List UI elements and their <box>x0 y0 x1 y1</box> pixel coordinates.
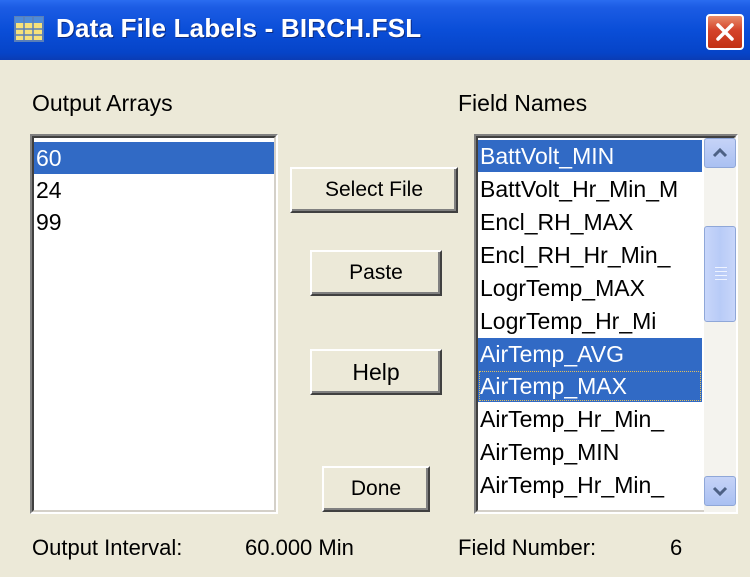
close-icon <box>716 23 734 41</box>
field-number-value: 6 <box>670 535 683 560</box>
help-button[interactable]: Help <box>310 349 442 395</box>
list-item[interactable]: AirTemp_Hr_Min_ <box>478 403 702 435</box>
scroll-thumb[interactable] <box>704 226 736 322</box>
done-button[interactable]: Done <box>322 466 430 512</box>
list-item-partial <box>478 502 702 512</box>
list-item[interactable]: BattVolt_MIN <box>478 140 702 172</box>
field-names-label: Field Names <box>458 90 588 116</box>
chevron-up-icon <box>712 147 728 158</box>
field-number-label: Field Number: <box>458 535 597 560</box>
select-file-button[interactable]: Select File <box>290 167 458 213</box>
list-item[interactable]: 24 <box>34 174 274 206</box>
list-item[interactable]: Encl_RH_MAX <box>478 206 702 238</box>
scroll-up-button[interactable] <box>704 138 736 168</box>
list-item[interactable]: AirTemp_Hr_Min_ <box>478 469 702 501</box>
list-item[interactable]: BattVolt_Hr_Min_M <box>478 173 702 205</box>
window-title: Data File Labels - BIRCH.FSL <box>56 13 422 43</box>
table-icon <box>14 16 44 42</box>
title-bar[interactable]: Data File Labels - BIRCH.FSL <box>0 0 750 60</box>
scroll-down-button[interactable] <box>704 476 736 506</box>
vertical-scrollbar[interactable] <box>704 138 736 512</box>
output-arrays-label: Output Arrays <box>32 90 173 116</box>
output-interval-value: 60.000 Min <box>245 535 354 560</box>
close-button[interactable] <box>706 14 744 50</box>
list-item[interactable]: AirTemp_MAX <box>478 370 702 402</box>
chevron-down-icon <box>712 486 728 497</box>
list-item[interactable]: LogrTemp_Hr_Mi <box>478 305 702 337</box>
list-item[interactable]: AirTemp_AVG <box>478 338 702 370</box>
list-item[interactable]: 99 <box>34 206 274 238</box>
list-item[interactable]: Encl_RH_Hr_Min_ <box>478 239 702 271</box>
output-interval-label: Output Interval: <box>32 535 183 560</box>
paste-button[interactable]: Paste <box>310 250 442 296</box>
list-item[interactable]: LogrTemp_MAX <box>478 272 702 304</box>
output-arrays-list[interactable]: 60 24 99 <box>30 134 278 514</box>
list-item[interactable]: 60 <box>34 142 274 174</box>
dialog-window: Data File Labels - BIRCH.FSL Output Arra… <box>0 0 750 577</box>
field-names-list[interactable]: BattVolt_MIN BattVolt_Hr_Min_M Encl_RH_M… <box>474 134 738 514</box>
list-item[interactable]: AirTemp_MIN <box>478 436 702 468</box>
